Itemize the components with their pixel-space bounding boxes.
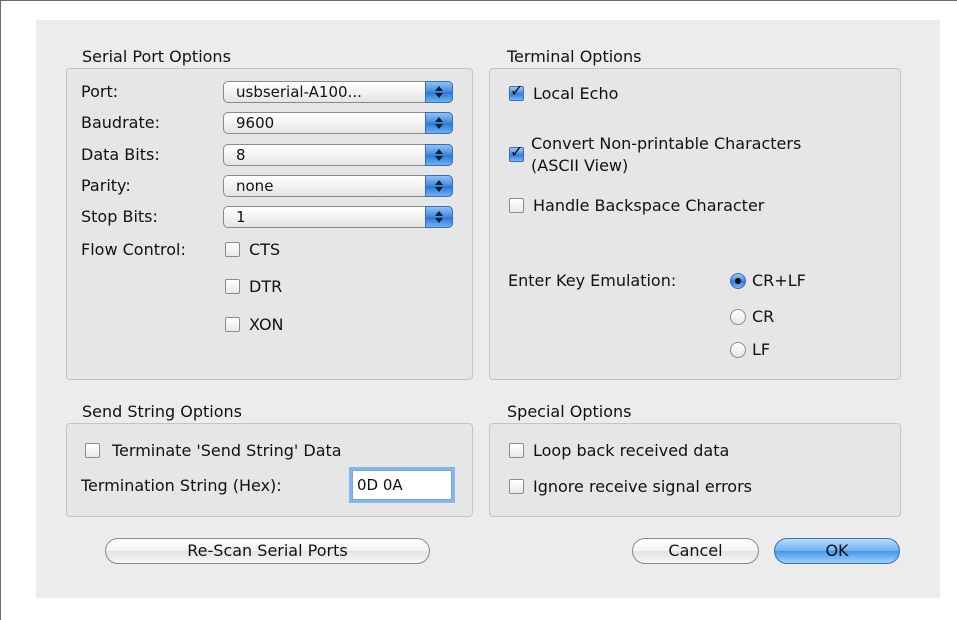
baudrate-select-value: 9600 [236, 114, 275, 132]
xon-checkbox[interactable] [225, 317, 240, 332]
baudrate-select-stepper-icon [425, 112, 453, 134]
baudrate-select[interactable]: 9600 [223, 112, 453, 134]
stop-bits-label: Stop Bits: [81, 207, 158, 226]
local-echo-label: Local Echo [533, 84, 619, 103]
serial-port-options-title: Serial Port Options [82, 47, 231, 66]
baudrate-label: Baudrate: [81, 113, 160, 132]
convert-nonprintable-checkbox[interactable]: ✓ [509, 142, 524, 162]
lf-radio[interactable] [730, 342, 746, 358]
lf-label: LF [752, 340, 771, 359]
cancel-button[interactable]: Cancel [632, 538, 759, 564]
stop-bits-select[interactable]: 1 [223, 206, 453, 228]
loop-back-label: Loop back received data [533, 441, 730, 460]
dtr-label: DTR [249, 277, 283, 296]
data-bits-label: Data Bits: [81, 145, 160, 164]
special-options-title: Special Options [507, 402, 632, 421]
terminal-options-group: ✓ Local Echo ✓ Convert Non-printable Cha… [489, 68, 901, 380]
terminal-options-title: Terminal Options [507, 47, 642, 66]
data-bits-select-value: 8 [236, 146, 246, 164]
parity-label: Parity: [81, 176, 131, 195]
port-select-stepper-icon [425, 81, 453, 103]
serial-port-options-group: Port: usbserial-A100... Baudrate: 9600 D… [66, 68, 473, 380]
send-string-options-group: Terminate 'Send String' Data Termination… [66, 423, 473, 517]
cts-label: CTS [249, 240, 281, 259]
data-bits-select-stepper-icon [425, 144, 453, 166]
special-options-group: Loop back received data Ignore receive s… [489, 423, 901, 517]
local-echo-checkbox[interactable]: ✓ [509, 81, 524, 101]
enter-key-emulation-label: Enter Key Emulation: [508, 271, 677, 290]
parity-select-stepper-icon [425, 175, 453, 197]
port-select[interactable]: usbserial-A100... [223, 81, 453, 103]
data-bits-select[interactable]: 8 [223, 144, 453, 166]
handle-backspace-label: Handle Backspace Character [533, 196, 765, 215]
cts-checkbox[interactable] [225, 242, 240, 257]
convert-nonprintable-label-line1: Convert Non-printable Characters [531, 134, 802, 153]
window-left-border [0, 0, 1, 620]
ignore-errors-checkbox[interactable] [509, 479, 524, 494]
loop-back-checkbox[interactable] [509, 443, 524, 458]
termination-string-input[interactable]: 0D 0A [352, 470, 452, 500]
ignore-errors-label: Ignore receive signal errors [533, 477, 752, 496]
terminate-send-string-checkbox[interactable] [85, 443, 100, 458]
rescan-serial-ports-button[interactable]: Re-Scan Serial Ports [105, 538, 430, 564]
ok-button[interactable]: OK [774, 538, 900, 564]
cr-label: CR [752, 307, 775, 326]
preferences-dialog: Serial Port Options Port: usbserial-A100… [36, 20, 940, 598]
checkmark-icon: ✓ [510, 81, 524, 100]
terminate-send-string-label: Terminate 'Send String' Data [112, 441, 342, 460]
port-label: Port: [81, 82, 119, 101]
port-select-value: usbserial-A100... [236, 83, 362, 101]
window-top-border [0, 0, 957, 1]
termination-string-label: Termination String (Hex): [81, 476, 282, 495]
stop-bits-select-stepper-icon [425, 206, 453, 228]
parity-select-value: none [236, 177, 274, 195]
cr-lf-label: CR+LF [752, 271, 806, 290]
handle-backspace-checkbox[interactable] [509, 198, 524, 213]
send-string-options-title: Send String Options [82, 402, 242, 421]
xon-label: XON [249, 315, 284, 334]
cr-radio[interactable] [730, 309, 746, 325]
cr-lf-radio[interactable] [730, 273, 746, 289]
stop-bits-select-value: 1 [236, 208, 246, 226]
flow-control-label: Flow Control: [81, 240, 186, 259]
parity-select[interactable]: none [223, 175, 453, 197]
dtr-checkbox[interactable] [225, 279, 240, 294]
checkmark-icon: ✓ [510, 142, 524, 161]
convert-nonprintable-label-line2: (ASCII View) [531, 156, 629, 175]
